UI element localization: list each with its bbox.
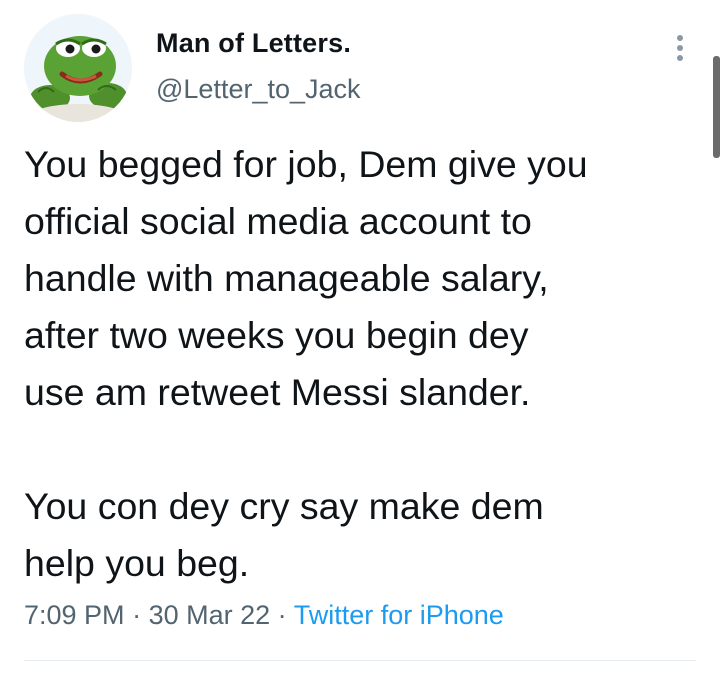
tweet-time[interactable]: 7:09 PM (24, 600, 125, 630)
meta-separator: · (132, 600, 149, 630)
scrollbar[interactable] (713, 56, 720, 158)
tweet-line: after two weeks you begin dey (24, 314, 529, 356)
meta-separator: · (277, 600, 294, 630)
tweet-meta: 7:09 PM · 30 Mar 22 · Twitter for iPhone (24, 600, 504, 631)
tweet-text: You begged for job, Dem give you officia… (24, 136, 704, 592)
tweet-line: You con dey cry say make dem (24, 485, 544, 527)
author-display-name[interactable]: Man of Letters. (156, 28, 351, 59)
tweet-line: use am retweet Messi slander. (24, 371, 531, 413)
divider (24, 660, 696, 661)
tweet-line: official social media account to (24, 200, 532, 242)
tweet-line: help you beg. (24, 542, 250, 584)
tweet-line: You begged for job, Dem give you (24, 143, 588, 185)
avatar[interactable] (24, 14, 132, 122)
tweet-date[interactable]: 30 Mar 22 (149, 600, 271, 630)
more-vertical-icon (677, 35, 683, 61)
tweet-line: handle with manageable salary, (24, 257, 549, 299)
more-options-button[interactable] (660, 28, 700, 68)
tweet-source-link[interactable]: Twitter for iPhone (294, 600, 504, 630)
author-handle[interactable]: @Letter_to_Jack (156, 74, 361, 105)
pepe-frog-avatar-icon (24, 14, 132, 122)
